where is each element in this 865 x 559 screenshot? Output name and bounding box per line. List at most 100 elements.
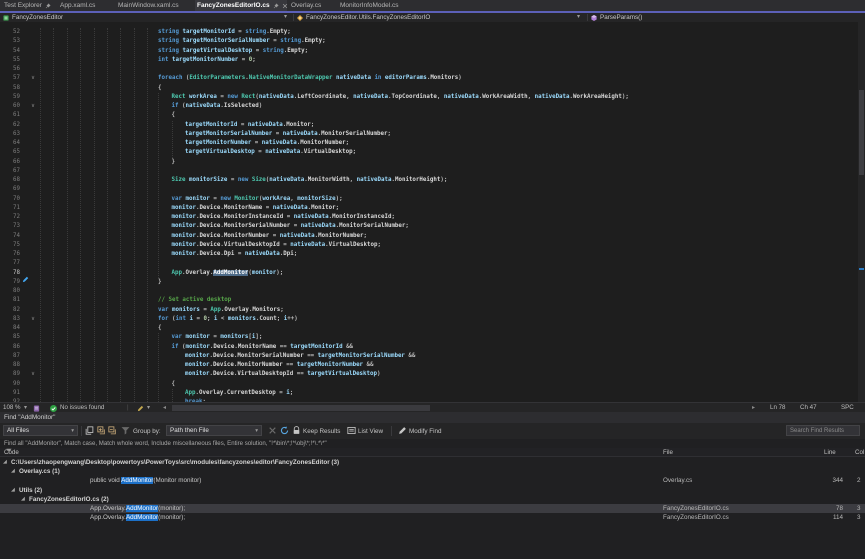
line-number[interactable]: 68	[0, 176, 20, 185]
line-number[interactable]: 52	[0, 28, 20, 37]
line-number[interactable]: 79	[0, 278, 20, 287]
line-number[interactable]: 60	[0, 102, 20, 111]
line-number[interactable]: 58	[0, 84, 20, 93]
code-line-76[interactable]: monitor.Device.Dpi = nativeData.Dpi;	[172, 250, 298, 259]
tree-expander-icon[interactable]: ◢	[3, 458, 7, 467]
tab-fancyzoneseditorio-cs[interactable]: FancyZonesEditorIO.cs	[195, 0, 287, 11]
code-line-91[interactable]: App.Overlay.CurrentDesktop = i;	[185, 389, 293, 398]
member-dropdown[interactable]: ParseParams()	[588, 13, 865, 22]
keep-results-button[interactable]: Keep Results	[303, 426, 340, 437]
hscrollbar-thumb[interactable]	[172, 405, 430, 411]
editor-vertical-scrollbar[interactable]	[858, 22, 865, 402]
expand-all-icon[interactable]	[97, 426, 106, 435]
line-number[interactable]: 55	[0, 56, 20, 65]
code-line-79[interactable]: }	[158, 278, 162, 287]
line-number[interactable]: 64	[0, 139, 20, 148]
line-number[interactable]: 91	[0, 389, 20, 398]
tab-monitorinfomodel-cs[interactable]: MonitorInfoModel.cs	[338, 0, 416, 11]
line-number[interactable]: 61	[0, 111, 20, 120]
line-number[interactable]: 70	[0, 195, 20, 204]
scope-dropdown[interactable]: All Files ▾	[3, 425, 78, 436]
tab-overlay-cs[interactable]: Overlay.cs	[289, 0, 335, 11]
result-group-row[interactable]: ◢FancyZonesEditorIO.cs (2)	[0, 495, 865, 504]
code-line-73[interactable]: monitor.Device.MonitorSerialNumber = nat…	[172, 222, 409, 231]
tab-mainwindow-xaml-cs[interactable]: MainWindow.xaml.cs	[116, 0, 192, 11]
code-line-78[interactable]: App.Overlay.AddMonitor(monitor);	[172, 269, 284, 278]
line-number[interactable]: 65	[0, 148, 20, 157]
fold-collapse-icon[interactable]: ∨	[31, 102, 35, 111]
hscroll-right-arrow[interactable]: ▸	[752, 404, 755, 412]
code-line-83[interactable]: for (int i = 0; i < monitors.Count; i++)	[158, 315, 298, 324]
line-number[interactable]: 83	[0, 315, 20, 324]
line-number[interactable]: 71	[0, 204, 20, 213]
line-number[interactable]: 72	[0, 213, 20, 222]
tree-expander-icon[interactable]: ◢	[11, 467, 15, 476]
line-number[interactable]: 76	[0, 250, 20, 259]
project-dropdown[interactable]: FancyZonesEditor ▾	[0, 13, 293, 22]
line-number[interactable]: 63	[0, 130, 20, 139]
tab-app-xaml-cs[interactable]: App.xaml.cs	[58, 0, 113, 11]
code-line-86[interactable]: if (monitor.Device.MonitorName == target…	[172, 343, 354, 352]
code-line-82[interactable]: var monitors = App.Overlay.Monitors;	[158, 306, 284, 315]
code-line-60[interactable]: if (nativeData.IsSelected)	[172, 102, 263, 111]
result-row[interactable]: public void AddMonitor(Monitor monitor)O…	[0, 476, 865, 485]
line-number[interactable]: 74	[0, 232, 20, 241]
tree-expander-icon[interactable]: ◢	[21, 495, 25, 504]
line-number[interactable]: 62	[0, 121, 20, 130]
line-number[interactable]: 80	[0, 287, 20, 296]
tree-expander-icon[interactable]: ◢	[11, 486, 15, 495]
code-line-57[interactable]: foreach (EditorParameters.NativeMonitorD…	[158, 74, 462, 83]
pin-icon[interactable]	[45, 3, 51, 9]
code-line-71[interactable]: monitor.Device.MonitorName = nativeData.…	[172, 204, 340, 213]
code-line-52[interactable]: string targetMonitorId = string.Empty;	[158, 28, 291, 37]
zoom-dropdown-icon[interactable]: ▾	[24, 404, 27, 412]
code-line-63[interactable]: targetMonitorSerialNumber = nativeData.M…	[185, 130, 391, 139]
line-number[interactable]: 75	[0, 241, 20, 250]
line-number[interactable]: 57	[0, 74, 20, 83]
line-number[interactable]: 66	[0, 158, 20, 167]
collapse-all-icon[interactable]	[108, 426, 117, 435]
document-health-icon[interactable]	[33, 405, 40, 412]
code-line-59[interactable]: Rect workArea = new Rect(nativeData.Left…	[172, 93, 629, 102]
stop-search-icon[interactable]	[268, 426, 277, 435]
column-header-file[interactable]: File	[663, 448, 673, 457]
result-group-row[interactable]: ◢Utils (2)	[0, 486, 865, 495]
result-row[interactable]: App.Overlay.AddMonitor(monitor);FancyZon…	[0, 513, 865, 522]
code-line-85[interactable]: var monitor = monitors[i];	[172, 333, 263, 342]
code-line-87[interactable]: monitor.Device.MonitorSerialNumber == ta…	[185, 352, 415, 361]
code-line-62[interactable]: targetMonitorId = nativeData.Monitor;	[185, 121, 314, 130]
pen-dropdown-icon[interactable]: ▾	[147, 404, 150, 412]
code-line-64[interactable]: targetMonitorNumber = nativeData.Monitor…	[185, 139, 349, 148]
code-line-72[interactable]: monitor.Device.MonitorInstanceId = nativ…	[172, 213, 395, 222]
line-number[interactable]: 85	[0, 333, 20, 342]
tab-test-explorer[interactable]: Test Explorer	[2, 0, 56, 11]
close-icon[interactable]	[282, 3, 288, 9]
code-editor[interactable]: 52 string targetMonitorId = string.Empty;…	[0, 22, 858, 402]
code-line-90[interactable]: {	[172, 380, 176, 389]
line-number[interactable]: 69	[0, 185, 20, 194]
code-line-84[interactable]: {	[158, 324, 162, 333]
zoom-level[interactable]: 108 %	[3, 404, 21, 412]
code-filter-funnel-icon[interactable]	[6, 448, 12, 454]
health-status-text[interactable]: No issues found	[60, 404, 104, 412]
result-group-row[interactable]: ◢C:\Users\zhaopengwang\Desktop\powertoys…	[0, 458, 865, 467]
line-number[interactable]: 59	[0, 93, 20, 102]
result-row[interactable]: App.Overlay.AddMonitor(monitor);FancyZon…	[0, 504, 865, 513]
list-view-button[interactable]: List View	[358, 426, 383, 437]
code-line-54[interactable]: string targetVirtualDesktop = string.Emp…	[158, 47, 308, 56]
line-number[interactable]: 90	[0, 380, 20, 389]
fold-collapse-icon[interactable]: ∨	[31, 315, 35, 324]
lock-icon[interactable]	[292, 426, 301, 435]
line-number[interactable]: 82	[0, 306, 20, 315]
line-number[interactable]: 67	[0, 167, 20, 176]
group-by-dropdown[interactable]: Path then File ▾	[166, 425, 262, 436]
hscroll-left-arrow[interactable]: ◂	[163, 404, 166, 412]
line-number[interactable]: 73	[0, 222, 20, 231]
search-find-results-input[interactable]: Search Find Results	[786, 425, 860, 436]
result-group-row[interactable]: ◢Overlay.cs (1)	[0, 467, 865, 476]
code-line-55[interactable]: int targetMonitorNumber = 0;	[158, 56, 256, 65]
line-number[interactable]: 89	[0, 370, 20, 379]
column-header-line[interactable]: Line	[824, 448, 836, 457]
code-line-81[interactable]: // Set active desktop	[158, 296, 231, 305]
code-line-66[interactable]: }	[172, 158, 176, 167]
